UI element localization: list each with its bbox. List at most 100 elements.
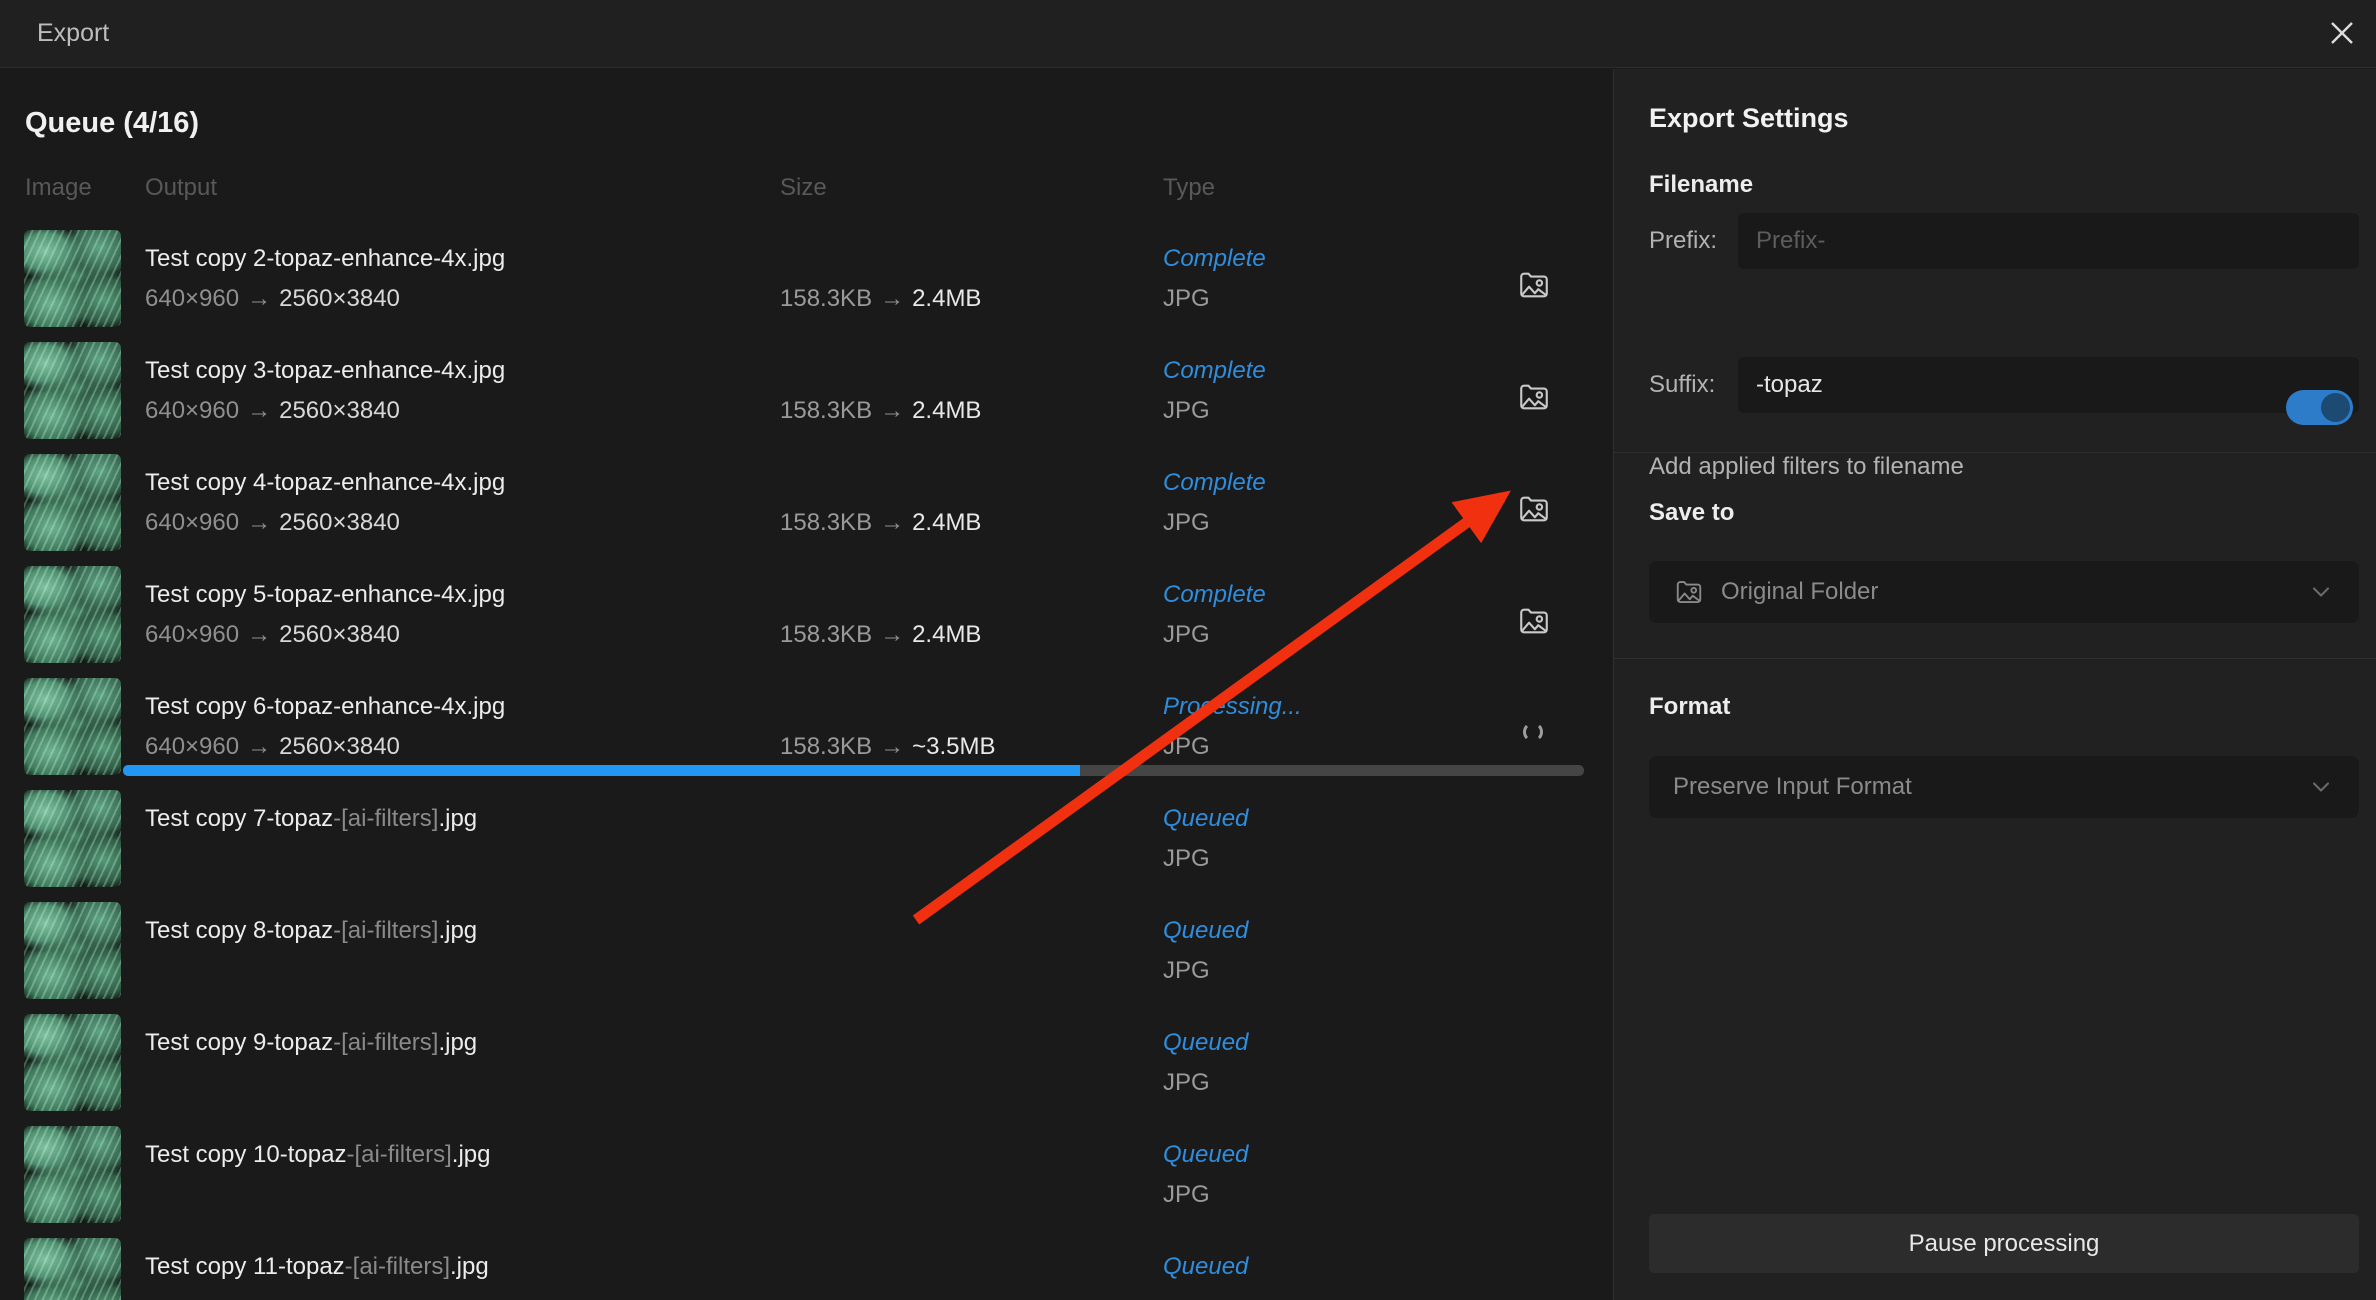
filename-section-label: Filename [1649, 171, 1754, 198]
status-text: Queued [1163, 917, 1249, 944]
format-dropdown[interactable]: Preserve Input Format [1649, 756, 2359, 818]
size-cell: 158.3KB → 2.4MB [780, 621, 982, 648]
image-thumbnail [24, 902, 121, 999]
filename-dim-part: -[ai-filters] [333, 1029, 439, 1056]
status-text: Queued [1163, 805, 1249, 832]
format-text: JPG [1163, 1181, 1210, 1208]
folder-image-icon[interactable] [1516, 268, 1552, 302]
queue-rows: Test copy 2-topaz-enhance-4x.jpg 640×960… [0, 230, 1613, 1300]
size-cell: 158.3KB → ~3.5MB [780, 733, 996, 760]
queue-heading: Queue (4/16) [25, 107, 200, 139]
save-to-dropdown[interactable]: Original Folder [1649, 561, 2359, 623]
progress-fill [123, 765, 1080, 776]
column-header-image: Image [25, 174, 92, 201]
folder-image-icon[interactable] [1516, 380, 1552, 414]
status-text: Complete [1163, 469, 1266, 496]
size-cell: 158.3KB → 2.4MB [780, 285, 982, 312]
save-to-label: Save to [1649, 499, 1735, 526]
queue-row: Test copy 2-topaz-enhance-4x.jpg 640×960… [0, 230, 1613, 342]
spinner-icon [1523, 722, 1543, 742]
column-header-size: Size [780, 174, 827, 201]
format-text: JPG [1163, 285, 1210, 312]
image-thumbnail [24, 454, 121, 551]
image-thumbnail [24, 230, 121, 327]
arrow-right-glyph: → [247, 733, 272, 760]
status-text: Queued [1163, 1141, 1249, 1168]
image-thumbnail [24, 342, 121, 439]
size-cell: 158.3KB → 2.4MB [780, 397, 982, 424]
image-thumbnail [24, 1238, 121, 1300]
format-text: JPG [1163, 1069, 1210, 1096]
output-filename: Test copy 7-topaz-[ai-filters].jpg [145, 805, 478, 832]
output-filename: Test copy 9-topaz-[ai-filters].jpg [145, 1029, 478, 1056]
close-button[interactable] [2322, 13, 2362, 53]
filters-toggle[interactable] [2286, 390, 2353, 425]
filename-dim-part: -[ai-filters] [333, 917, 439, 944]
arrow-right-glyph: → [880, 621, 905, 648]
queue-row: Test copy 9-topaz-[ai-filters].jpg Queue… [0, 1014, 1613, 1126]
output-dimensions: 640×960 → 2560×3840 [145, 509, 400, 536]
arrow-right-glyph: → [880, 733, 905, 760]
image-thumbnail [24, 1126, 121, 1223]
output-filename: Test copy 8-topaz-[ai-filters].jpg [145, 917, 478, 944]
arrow-right-glyph: → [247, 285, 272, 312]
queue-row: Test copy 11-topaz-[ai-filters].jpg Queu… [0, 1238, 1613, 1300]
image-thumbnail [24, 790, 121, 887]
output-dimensions: 640×960 → 2560×3840 [145, 733, 400, 760]
queue-row: Test copy 6-topaz-enhance-4x.jpg 640×960… [0, 678, 1613, 790]
suffix-input[interactable] [1738, 357, 2359, 413]
section-divider [1614, 452, 2376, 453]
settings-panel: Export Settings Filename Prefix: Suffix:… [1613, 69, 2376, 1300]
folder-image-icon [1676, 581, 1702, 603]
section-divider [1614, 658, 2376, 659]
image-thumbnail [24, 1014, 121, 1111]
dialog-title: Export [37, 19, 110, 47]
output-filename: Test copy 5-topaz-enhance-4x.jpg [145, 581, 506, 608]
arrow-right-glyph: → [247, 621, 272, 648]
format-text: JPG [1163, 621, 1210, 648]
output-filename: Test copy 2-topaz-enhance-4x.jpg [145, 245, 506, 272]
arrow-right-glyph: → [247, 397, 272, 424]
arrow-right-glyph: → [880, 285, 905, 312]
status-text: Queued [1163, 1253, 1249, 1280]
folder-image-icon[interactable] [1516, 604, 1552, 638]
output-dimensions: 640×960 → 2560×3840 [145, 285, 400, 312]
output-filename: Test copy 3-topaz-enhance-4x.jpg [145, 357, 506, 384]
save-to-value: Original Folder [1721, 578, 1879, 605]
format-text: JPG [1163, 957, 1210, 984]
column-header-output: Output [145, 174, 218, 201]
chevron-down-icon [2312, 782, 2330, 792]
format-text: JPG [1163, 397, 1210, 424]
queue-row: Test copy 5-topaz-enhance-4x.jpg 640×960… [0, 566, 1613, 678]
suffix-label: Suffix: [1649, 371, 1716, 398]
queue-row: Test copy 3-topaz-enhance-4x.jpg 640×960… [0, 342, 1613, 454]
column-header-type: Type [1163, 174, 1216, 201]
queue-row: Test copy 4-topaz-enhance-4x.jpg 640×960… [0, 454, 1613, 566]
image-thumbnail [24, 566, 121, 663]
queue-panel: Queue (4/16) Image Output Size Type Test… [0, 69, 1613, 1300]
column-headers: Image Output Size Type [0, 174, 1613, 204]
chevron-down-icon [2312, 587, 2330, 597]
output-filename: Test copy 6-topaz-enhance-4x.jpg [145, 693, 506, 720]
format-label: Format [1649, 693, 1731, 720]
image-thumbnail [24, 678, 121, 775]
filename-dim-part: -[ai-filters] [344, 1253, 451, 1280]
pause-processing-button[interactable]: Pause processing [1649, 1214, 2359, 1273]
filename-dim-part: -[ai-filters] [333, 805, 439, 832]
prefix-input[interactable] [1738, 213, 2359, 269]
output-filename: Test copy 10-topaz-[ai-filters].jpg [145, 1141, 491, 1168]
output-filename: Test copy 4-topaz-enhance-4x.jpg [145, 469, 506, 496]
prefix-label: Prefix: [1649, 227, 1718, 254]
folder-image-icon[interactable] [1516, 492, 1552, 526]
arrow-right-glyph: → [880, 397, 905, 424]
progress-bar [123, 765, 1584, 776]
arrow-right-glyph: → [880, 509, 905, 536]
toggle-knob [2321, 393, 2350, 422]
filename-dim-part: -[ai-filters] [346, 1141, 452, 1168]
topbar: Export [0, 0, 2376, 68]
export-dialog: { "topbar": { "title": "Export" }, "queu… [0, 0, 2376, 1300]
status-text: Complete [1163, 245, 1266, 272]
format-value: Preserve Input Format [1673, 773, 1912, 800]
status-text: Processing... [1163, 693, 1302, 720]
format-text: JPG [1163, 845, 1210, 872]
